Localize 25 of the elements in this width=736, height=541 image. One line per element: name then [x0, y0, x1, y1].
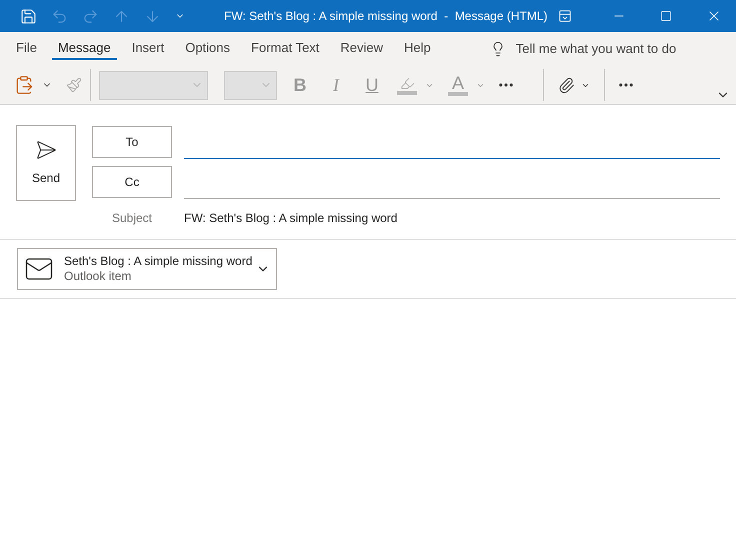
- ribbon-tab[interactable]: File: [10, 38, 43, 60]
- maximize-icon[interactable]: [660, 10, 672, 22]
- ribbon-tab[interactable]: Help: [398, 38, 437, 60]
- send-icon: [35, 139, 57, 161]
- ribbon-tab[interactable]: Message: [52, 38, 117, 60]
- to-button[interactable]: To: [92, 126, 172, 158]
- format-painter-icon[interactable]: [66, 77, 82, 93]
- highlight-button[interactable]: [397, 76, 417, 94]
- attachment-name: Seth's Blog : A simple missing word: [64, 254, 252, 269]
- ribbon-tab[interactable]: Options: [179, 38, 236, 60]
- subject-label: Subject: [110, 210, 154, 227]
- ribbon-tab[interactable]: Format Text: [245, 38, 326, 60]
- subject-field[interactable]: FW: Seth's Blog : A simple missing word: [184, 209, 398, 227]
- tell-me-field[interactable]: Tell me what you want to do: [516, 39, 696, 59]
- paste-icon[interactable]: [14, 75, 34, 95]
- ribbon-display-icon[interactable]: [558, 9, 572, 23]
- attachment-type: Outlook item: [64, 269, 132, 284]
- window-title: FW: Seth's Blog : A simple missing word - Message (HTML): [224, 8, 548, 25]
- attachment-card[interactable]: Seth's Blog : A simple missing word Outlook item: [17, 248, 277, 290]
- save-icon[interactable]: [20, 8, 37, 24]
- ribbon-tab[interactable]: Review: [334, 38, 390, 60]
- ribbon-tab[interactable]: Insert: [126, 38, 170, 60]
- cc-button[interactable]: Cc: [92, 166, 172, 198]
- paperclip-icon[interactable]: [558, 76, 575, 94]
- send-button[interactable]: Send: [16, 125, 76, 201]
